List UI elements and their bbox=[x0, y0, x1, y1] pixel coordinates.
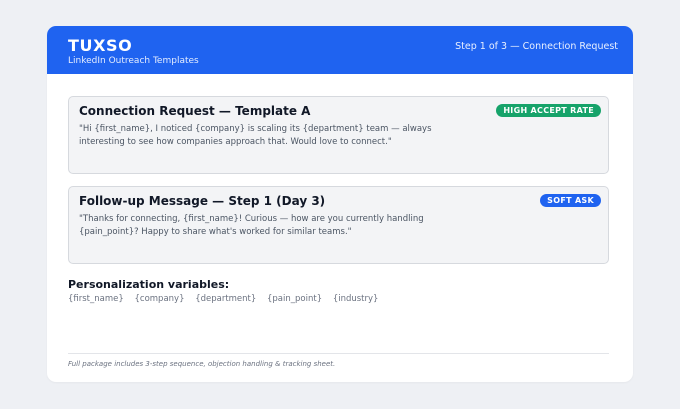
template-title: Connection Request — Template A bbox=[79, 104, 311, 118]
status-badge: SOFT ASK bbox=[540, 194, 601, 207]
variable-tag: {department} bbox=[195, 294, 257, 304]
variable-tag: {company} bbox=[134, 294, 185, 304]
outreach-card: TUXSO LinkedIn Outreach Templates Step 1… bbox=[47, 26, 633, 382]
variables-heading: Personalization variables: bbox=[68, 278, 230, 291]
variable-tag: {industry} bbox=[332, 294, 379, 304]
footer-note: Full package includes 3-step sequence, o… bbox=[68, 360, 336, 368]
brand-logo: TUXSO bbox=[68, 36, 133, 55]
template-card-follow-up[interactable]: Follow-up Message — Step 1 (Day 3) SOFT … bbox=[68, 186, 609, 264]
template-message: "Thanks for connecting, {first_name}! Cu… bbox=[79, 214, 424, 237]
variable-tag: {pain_point} bbox=[267, 294, 323, 304]
step-indicator: Step 1 of 3 — Connection Request bbox=[455, 41, 618, 52]
template-title: Follow-up Message — Step 1 (Day 3) bbox=[79, 194, 326, 208]
card-header: TUXSO LinkedIn Outreach Templates Step 1… bbox=[47, 26, 633, 74]
header-subtitle: LinkedIn Outreach Templates bbox=[68, 56, 199, 66]
status-badge: HIGH ACCEPT RATE bbox=[496, 104, 601, 117]
variable-tag: {first_name} bbox=[68, 294, 124, 304]
footer-divider bbox=[68, 353, 609, 354]
template-message: "Hi {first_name}, I noticed {company} is… bbox=[79, 124, 432, 147]
template-card-connection-request[interactable]: Connection Request — Template A HIGH ACC… bbox=[68, 96, 609, 174]
variables-list: {first_name} {company} {department} {pai… bbox=[68, 294, 386, 305]
